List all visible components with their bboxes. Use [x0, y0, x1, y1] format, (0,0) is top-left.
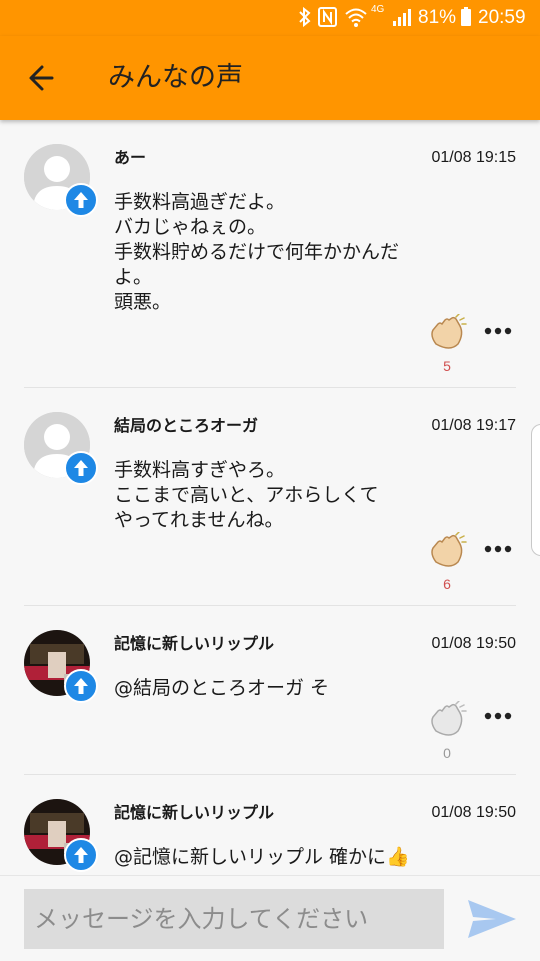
post-item: 結局のところオーガ 01/08 19:17 手数料高すぎやろ。 ここまで高いと、…: [0, 388, 540, 606]
ripple-badge-icon: [64, 669, 98, 703]
clap-button[interactable]: [424, 531, 470, 572]
bluetooth-icon: [298, 6, 312, 30]
post-line: ここまで高いと、アホらしくて: [114, 484, 379, 506]
post-line: @結局のところオーガ そ: [114, 677, 330, 699]
more-options-button[interactable]: [480, 705, 516, 727]
post-line: @記憶に新しいリップル 確かに👍: [114, 846, 410, 868]
post-body: @記憶に新しいリップル 確かに👍: [114, 845, 424, 870]
post-item: 記憶に新しいリップル 01/08 19:50 @結局のところオーガ そ 0: [0, 606, 540, 775]
clap-count: 0: [443, 745, 451, 761]
page-title: みんなの声: [108, 62, 243, 93]
status-bar: 4G 81% 20:59: [0, 0, 540, 36]
network-type: 4G: [371, 4, 385, 15]
signal-icon: [392, 6, 412, 30]
clap-icon: [431, 313, 467, 349]
post-time: 01/08 19:50: [431, 635, 516, 652]
post-line: バカじゃねぇの。: [114, 216, 267, 238]
post-item: あー 01/08 19:15 手数料高過ぎだよ。 バカじゃねぇの。 手数料貯める…: [0, 120, 540, 388]
post-body: 手数料高過ぎだよ。 バカじゃねぇの。 手数料貯めるだけで何年かかんだ よ。 頭悪…: [114, 190, 424, 315]
ripple-badge-icon: [64, 451, 98, 485]
post-time: 01/08 19:50: [431, 804, 516, 821]
author-name[interactable]: 結局のところオーガ: [114, 416, 258, 436]
clap-count: 6: [443, 576, 451, 592]
more-dots-icon: [484, 712, 512, 720]
clap-button[interactable]: [424, 313, 470, 354]
post-line: よ。: [114, 266, 153, 288]
more-options-button[interactable]: [480, 538, 516, 560]
post-body: 手数料高すぎやろ。 ここまで高いと、アホらしくて やってれませんね。: [114, 458, 424, 533]
send-button[interactable]: [464, 894, 520, 944]
post-line: 手数料貯めるだけで何年かかんだ: [114, 241, 400, 263]
arrow-left-icon: [29, 65, 54, 91]
ripple-badge-icon: [64, 838, 98, 872]
clap-icon: [431, 700, 467, 736]
app-bar: みんなの声: [0, 36, 540, 120]
post-body: @結局のところオーガ そ: [114, 676, 424, 701]
post-line: やってれませんね。: [114, 509, 284, 531]
clap-icon: [431, 531, 467, 567]
post-time: 01/08 19:15: [431, 149, 516, 166]
author-name[interactable]: あー: [114, 148, 146, 168]
send-icon: [468, 900, 516, 938]
more-options-button[interactable]: [480, 320, 516, 342]
clock: 20:59: [478, 7, 526, 28]
ripple-badge-icon: [64, 183, 98, 217]
clap-button[interactable]: [424, 700, 470, 741]
post-line: 手数料高すぎやろ。: [114, 459, 286, 481]
author-name[interactable]: 記憶に新しいリップル: [114, 803, 274, 823]
clap-count: 5: [443, 358, 451, 374]
back-button[interactable]: [18, 54, 66, 102]
message-composer: [0, 875, 540, 961]
message-feed[interactable]: あー 01/08 19:15 手数料高過ぎだよ。 バカじゃねぇの。 手数料貯める…: [0, 120, 540, 875]
more-dots-icon: [484, 327, 512, 335]
more-dots-icon: [484, 545, 512, 553]
post-line: 手数料高過ぎだよ。: [114, 191, 286, 213]
wifi-icon: [344, 6, 368, 30]
battery-level: 81%: [418, 7, 457, 28]
post-item: 記憶に新しいリップル 01/08 19:50 @記憶に新しいリップル 確かに👍: [0, 775, 540, 875]
edge-panel-handle[interactable]: [531, 424, 540, 556]
post-time: 01/08 19:17: [431, 417, 516, 434]
battery-icon: [460, 6, 472, 30]
nfc-icon: [318, 6, 338, 30]
post-line: 頭悪。: [114, 291, 172, 313]
message-input[interactable]: [24, 889, 444, 949]
author-name[interactable]: 記憶に新しいリップル: [114, 634, 274, 654]
